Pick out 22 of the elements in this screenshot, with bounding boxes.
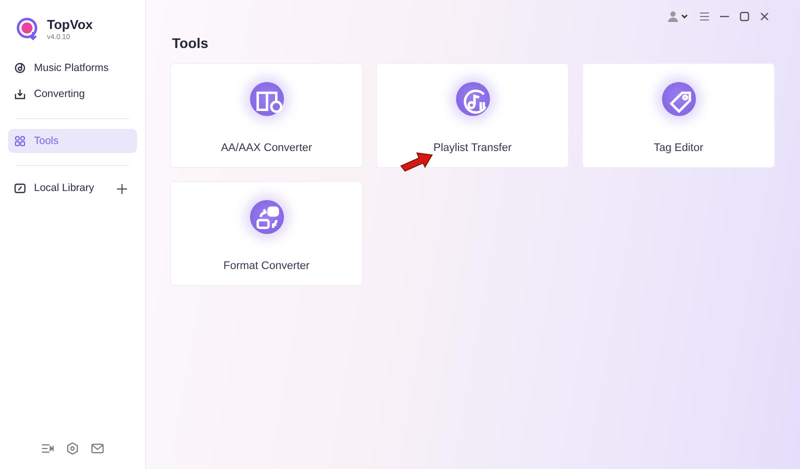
- account-icon[interactable]: [668, 11, 690, 22]
- menu-icon[interactable]: [699, 11, 710, 22]
- mail-icon[interactable]: [91, 442, 104, 455]
- sidebar-item[interactable]: Local Library: [8, 176, 137, 200]
- app-name: TopVox: [47, 17, 93, 32]
- sidebar-item[interactable]: Music Platforms: [8, 56, 137, 80]
- collapse-icon[interactable]: [41, 442, 54, 455]
- disc-icon: [14, 62, 26, 74]
- maximize-icon[interactable]: [739, 11, 750, 22]
- sidebar-item[interactable]: Converting: [8, 82, 137, 106]
- library-icon: [14, 182, 26, 194]
- tool-card[interactable]: AA/AAX Converter: [170, 63, 363, 168]
- add-icon[interactable]: [117, 184, 127, 194]
- grid-icon: [14, 135, 26, 147]
- logo-icon: [16, 16, 40, 42]
- page-title: Tools: [172, 35, 210, 51]
- sidebar-item[interactable]: Tools: [8, 129, 137, 153]
- download-tray-icon: [14, 88, 26, 100]
- close-icon[interactable]: [759, 11, 770, 22]
- tool-card[interactable]: Tag Editor: [582, 63, 775, 168]
- tool-card[interactable]: Format Converter: [170, 181, 363, 286]
- settings-icon[interactable]: [66, 442, 79, 455]
